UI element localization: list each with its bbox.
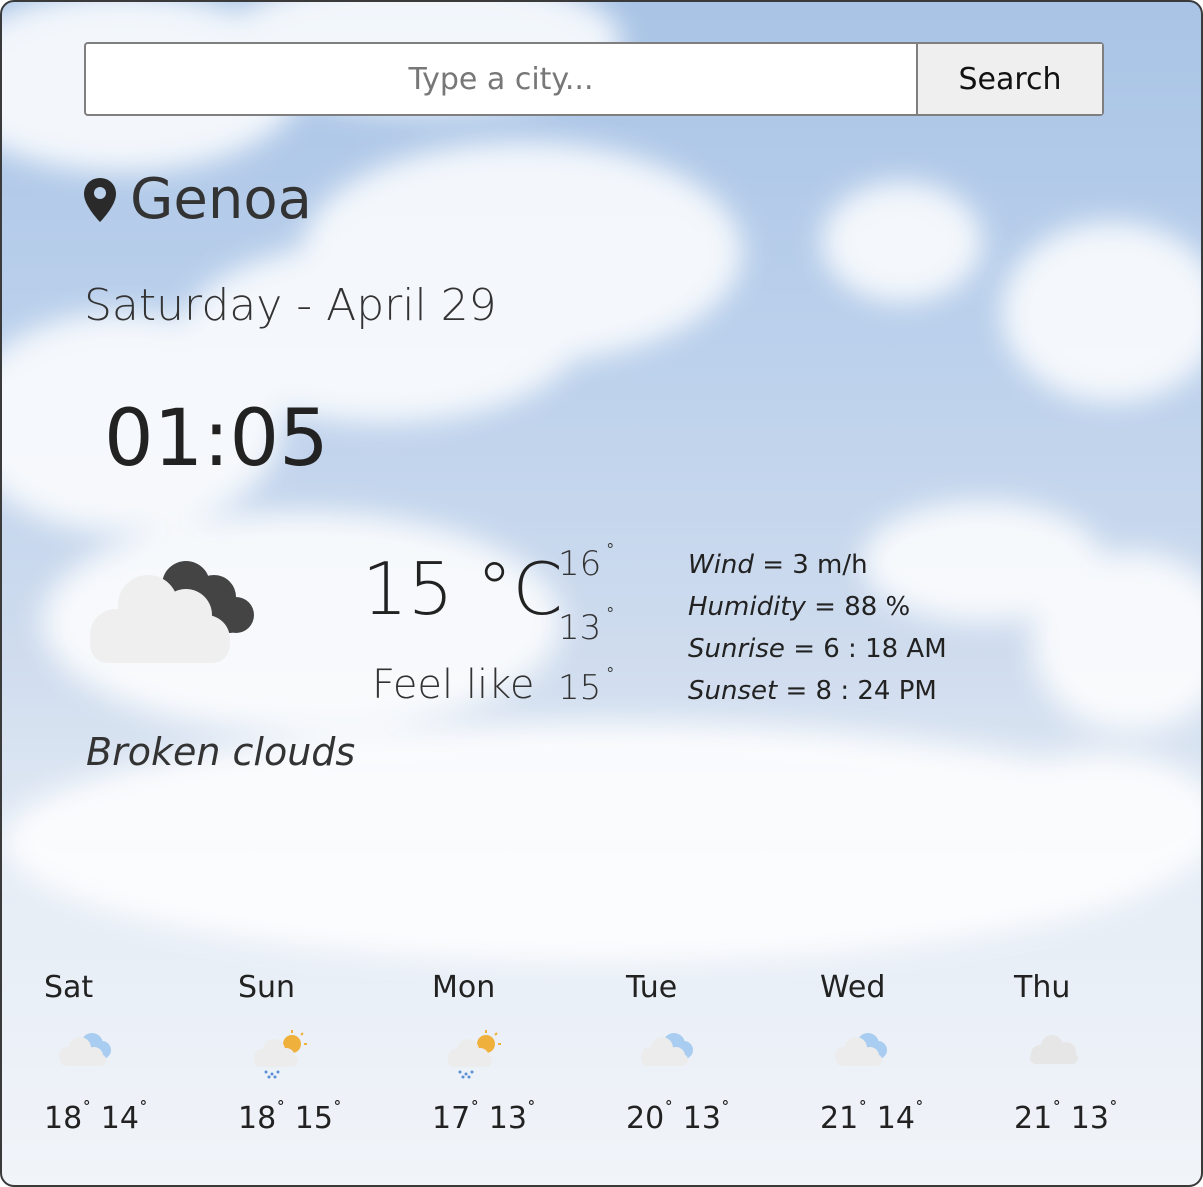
forecast-high: 21 — [820, 1101, 859, 1136]
forecast-day-name: Sat — [44, 970, 94, 1005]
search-button[interactable]: Search — [916, 44, 1102, 114]
weather-card: Search Genoa Saturday - April 29 01:05 1… — [0, 0, 1203, 1187]
cloud-icon — [1030, 1035, 1078, 1064]
forecast-low: 15 — [294, 1101, 333, 1136]
forecast-day: Sun 18˚ 15˚ — [238, 970, 398, 1136]
wind-row: Wind = 3 m/h — [688, 544, 947, 586]
forecast-day-name: Tue — [626, 970, 678, 1005]
temp-max: 16 ˚ — [558, 542, 615, 584]
degree-symbol: ˚ — [605, 606, 616, 630]
weather-description: Broken clouds — [86, 730, 356, 774]
rain-sun-icon — [448, 1030, 501, 1079]
forecast-day-name: Wed — [820, 970, 886, 1005]
temp-min: 13 ˚ — [558, 606, 615, 648]
forecast-low: 13 — [682, 1101, 721, 1136]
forecast-day-name: Mon — [432, 970, 496, 1005]
forecast-day-name: Sun — [238, 970, 296, 1005]
humidity-row: Humidity = 88 % — [688, 586, 947, 628]
city-search-input[interactable] — [86, 44, 916, 114]
forecast-temps: 21˚ 13˚ — [1014, 1100, 1118, 1136]
sunrise-label: Sunrise — [688, 634, 785, 664]
temp-min-value: 13 — [558, 608, 602, 648]
feels-like-label: Feel like — [372, 662, 535, 708]
forecast-temps: 18˚ 14˚ — [44, 1100, 148, 1136]
forecast-day: Wed 21˚ 14˚ — [820, 970, 980, 1136]
forecast-day: Sat 18˚ 14˚ — [44, 970, 204, 1136]
forecast-high: 18 — [238, 1101, 277, 1136]
degree-symbol: ˚ — [605, 542, 616, 566]
current-temperature: 15 °C — [362, 547, 563, 631]
current-time: 01:05 — [104, 394, 329, 484]
sunrise-value: = 6 : 18 AM — [793, 634, 947, 664]
humidity-label: Humidity — [688, 592, 806, 622]
city-name: Genoa — [130, 167, 312, 232]
wind-value: = 3 m/h — [762, 550, 868, 580]
feels-like-value: 15 — [558, 668, 602, 708]
forecast-high: 20 — [626, 1101, 665, 1136]
forecast-temps: 17˚ 13˚ — [432, 1100, 536, 1136]
forecast-high: 21 — [1014, 1101, 1053, 1136]
wind-label: Wind — [688, 550, 754, 580]
forecast-day: Mon 17˚ 13˚ — [432, 970, 592, 1136]
forecast-low: 14 — [100, 1101, 139, 1136]
forecast-high: 18 — [44, 1101, 83, 1136]
sunrise-row: Sunrise = 6 : 18 AM — [688, 628, 947, 670]
forecast-day: Thu 21˚ 13˚ — [1014, 970, 1174, 1136]
forecast-day-name: Thu — [1014, 970, 1071, 1005]
few-clouds-icon — [835, 1033, 887, 1066]
forecast-low: 14 — [876, 1101, 915, 1136]
forecast-day: Tue 20˚ 13˚ — [626, 970, 786, 1136]
few-clouds-icon — [641, 1033, 693, 1066]
forecast-temps: 18˚ 15˚ — [238, 1100, 342, 1136]
search-bar: Search — [84, 42, 1104, 116]
forecast-low: 13 — [1070, 1101, 1109, 1136]
current-date: Saturday - April 29 — [84, 280, 497, 331]
location: Genoa — [82, 167, 312, 232]
sunset-label: Sunset — [688, 676, 778, 706]
forecast-high: 17 — [432, 1101, 471, 1136]
rain-sun-icon — [254, 1030, 307, 1079]
forecast-temps: 20˚ 13˚ — [626, 1100, 730, 1136]
map-pin-icon — [84, 177, 116, 222]
broken-clouds-icon — [90, 561, 254, 663]
sunset-row: Sunset = 8 : 24 PM — [688, 670, 947, 712]
feels-like: 15 ˚ — [558, 666, 615, 708]
degree-symbol: ˚ — [605, 666, 616, 690]
humidity-value: = 88 % — [814, 592, 911, 622]
temp-max-value: 16 — [558, 544, 602, 584]
weather-details: Wind = 3 m/h Humidity = 88 % Sunrise = 6… — [688, 544, 947, 712]
forecast-low: 13 — [488, 1101, 527, 1136]
few-clouds-icon — [59, 1033, 111, 1066]
forecast-temps: 21˚ 14˚ — [820, 1100, 924, 1136]
sunset-value: = 8 : 24 PM — [785, 676, 937, 706]
